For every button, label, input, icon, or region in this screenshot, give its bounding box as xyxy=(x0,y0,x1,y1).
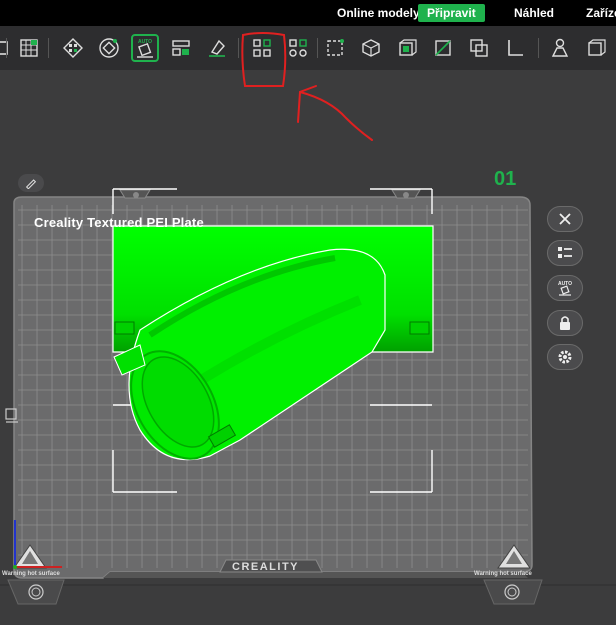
auto-orient-small-icon: AUTO xyxy=(558,281,572,296)
lock-plate-button[interactable] xyxy=(547,310,583,336)
right-plate-foot xyxy=(483,579,543,605)
pencil-icon xyxy=(25,178,37,189)
edit-plate-button[interactable] xyxy=(18,174,44,192)
left-warning-label: Warning hot surface xyxy=(2,571,60,577)
plate-list-button[interactable] xyxy=(547,240,583,266)
side-auto-label: AUTO xyxy=(558,281,572,287)
plate-number: 01 xyxy=(494,168,517,190)
plate-settings-button[interactable] xyxy=(547,344,583,370)
auto-arrange-plate-button[interactable]: AUTO xyxy=(547,275,583,301)
plate-name-label: Creality Textured PEI Plate xyxy=(34,215,204,230)
close-icon xyxy=(559,213,571,225)
3d-scene xyxy=(0,32,616,605)
red-annotation xyxy=(241,32,373,141)
left-plate-foot xyxy=(7,579,65,605)
delete-plate-button[interactable] xyxy=(547,206,583,232)
lock-icon xyxy=(560,316,570,330)
right-warning-label: Warning hot surface xyxy=(474,571,532,577)
gear-icon xyxy=(558,350,572,364)
list-icon xyxy=(558,247,572,258)
brand-label: CREALITY xyxy=(232,561,299,573)
